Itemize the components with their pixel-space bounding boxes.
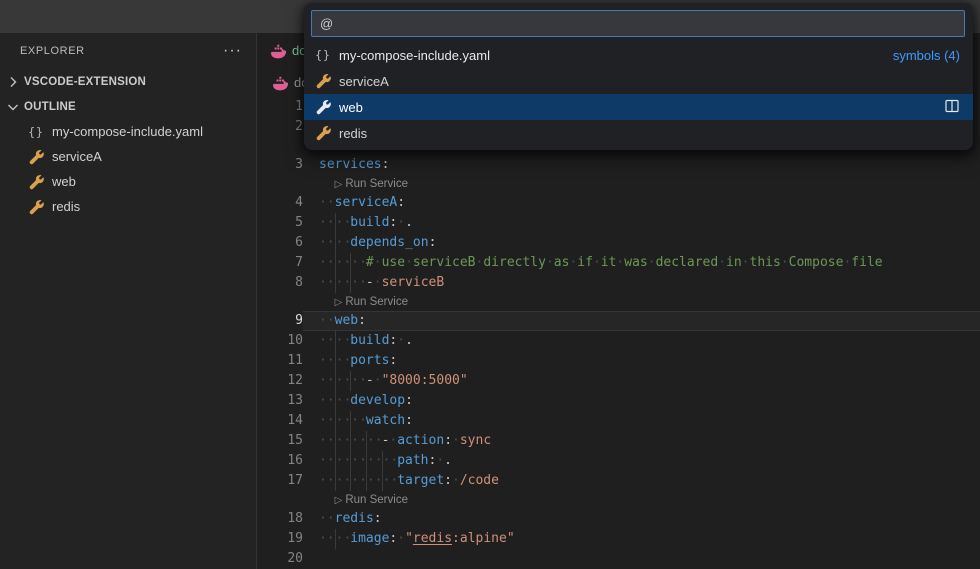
wrench-icon [28, 149, 44, 165]
code-line[interactable]: 3services: [258, 155, 980, 175]
code-line[interactable]: 11····ports: [258, 351, 980, 371]
vscode-window: EXPLORER ··· VSCODE-EXTENSION OUTLINE {} my… [0, 0, 980, 569]
line-number: 2 [258, 117, 303, 137]
line-number: 16 [258, 451, 303, 471]
line-number: 15 [258, 431, 303, 451]
section-header-vscode-extension[interactable]: VSCODE-EXTENSION [0, 69, 256, 94]
quickpick-item-label: redis [339, 126, 960, 141]
chevron-down-icon [5, 99, 21, 115]
codelens-run-service[interactable]: ▷Run Service [335, 494, 408, 506]
line-number: 8 [258, 273, 303, 293]
code-line[interactable]: 17··········target:·/code [258, 471, 980, 491]
outline-item-my-compose-include-yaml[interactable]: {} my-compose-include.yaml [0, 119, 256, 144]
code-line[interactable]: 16··········path:·. [258, 451, 980, 471]
outline-item-label: redis [52, 199, 80, 214]
quickpick-item-label: web [339, 100, 936, 115]
section-label: OUTLINE [24, 101, 76, 113]
codelens-run-service[interactable]: ▷Run Service [335, 296, 408, 308]
code-line[interactable]: 18··redis: [258, 509, 980, 529]
line-number: 12 [258, 371, 303, 391]
line-number: 20 [258, 549, 303, 569]
symbols-count-link[interactable]: symbols (4) [893, 48, 960, 63]
section-header-outline[interactable]: OUTLINE [0, 94, 256, 119]
run-icon: ▷ [335, 297, 343, 308]
line-number: 10 [258, 331, 303, 351]
line-number: 7 [258, 253, 303, 273]
outline-item-servicea[interactable]: serviceA [0, 144, 256, 169]
code-line[interactable]: 9··web: [258, 311, 980, 331]
quick-open-input[interactable] [311, 10, 965, 37]
code-line[interactable]: 13····develop: [258, 391, 980, 411]
quickpick-item-my-compose-include-yaml[interactable]: {} my-compose-include.yaml symbols (4) [304, 42, 973, 68]
code-line[interactable]: 19····image:·"redis:alpine" [258, 529, 980, 549]
wrench-icon [28, 199, 44, 215]
chevron-right-icon [5, 74, 21, 90]
line-number: 11 [258, 351, 303, 371]
line-number: 18 [258, 509, 303, 529]
docker-compose-icon [272, 75, 288, 91]
quickpick-item-label: my-compose-include.yaml [339, 48, 885, 63]
code-line[interactable]: 4··serviceA: [258, 193, 980, 213]
wrench-icon [315, 73, 331, 89]
code-line[interactable]: 5····build:·. [258, 213, 980, 233]
quick-open-input-box [311, 10, 965, 37]
line-number: 14 [258, 411, 303, 431]
line-number: 19 [258, 529, 303, 549]
docker-compose-icon [270, 43, 286, 59]
wrench-icon [315, 99, 331, 115]
quickpick-item-servicea[interactable]: serviceA [304, 68, 973, 94]
wrench-icon [315, 125, 331, 141]
line-number: 13 [258, 391, 303, 411]
quick-open-results: {} my-compose-include.yaml symbols (4) serv… [304, 42, 973, 146]
explorer-sidebar: EXPLORER ··· VSCODE-EXTENSION OUTLINE {} my… [0, 33, 257, 569]
line-number: 17 [258, 471, 303, 491]
outline-item-web[interactable]: web [0, 169, 256, 194]
braces-icon: {} [315, 47, 331, 63]
code-line[interactable]: 8······-·serviceB [258, 273, 980, 293]
codelens-row: ▷Run Service [258, 293, 980, 311]
open-to-side-button[interactable] [944, 98, 960, 117]
outline-item-label: my-compose-include.yaml [52, 124, 203, 139]
code-editor[interactable]: 12▷Run All Services3services:▷Run Servic… [258, 97, 980, 569]
code-line[interactable]: 15········-·action:·sync [258, 431, 980, 451]
wrench-icon [28, 174, 44, 190]
codelens-row: ▷Run Service [258, 491, 980, 509]
line-number: 3 [258, 155, 303, 175]
explorer-header: EXPLORER ··· [0, 33, 256, 69]
run-icon: ▷ [335, 495, 343, 506]
outline-item-label: serviceA [52, 149, 102, 164]
run-icon: ▷ [335, 179, 343, 190]
line-number: 6 [258, 233, 303, 253]
section-label: VSCODE-EXTENSION [24, 76, 146, 88]
line-number: 5 [258, 213, 303, 233]
code-line[interactable]: 12······-·"8000:5000" [258, 371, 980, 391]
sidebar-sections: VSCODE-EXTENSION OUTLINE {} my-compose-incl… [0, 69, 256, 219]
outline-item-label: web [52, 174, 76, 189]
outline-tree: {} my-compose-include.yaml serviceA web redi… [0, 119, 256, 219]
code-line[interactable]: 10····build:·. [258, 331, 980, 351]
line-number: 4 [258, 193, 303, 213]
outline-item-redis[interactable]: redis [0, 194, 256, 219]
explorer-title: EXPLORER [20, 45, 223, 57]
code-line[interactable]: 14······watch: [258, 411, 980, 431]
code-line[interactable]: 20 [258, 549, 980, 569]
split-editor-icon [944, 98, 960, 114]
code-line[interactable]: 7······#·use·serviceB·directly·as·if·it·… [258, 253, 980, 273]
braces-icon: {} [28, 124, 44, 140]
codelens-run-service[interactable]: ▷Run Service [335, 178, 408, 190]
code-line[interactable]: 6····depends_on: [258, 233, 980, 253]
line-number: 1 [258, 97, 303, 117]
quickpick-item-redis[interactable]: redis [304, 120, 973, 146]
line-number: 9 [258, 311, 303, 331]
codelens-row: ▷Run Service [258, 175, 980, 193]
quickpick-item-label: serviceA [339, 74, 960, 89]
more-actions-icon[interactable]: ··· [223, 46, 242, 56]
quickpick-item-web[interactable]: web [304, 94, 973, 120]
quick-open-widget: {} my-compose-include.yaml symbols (4) serv… [304, 3, 973, 150]
